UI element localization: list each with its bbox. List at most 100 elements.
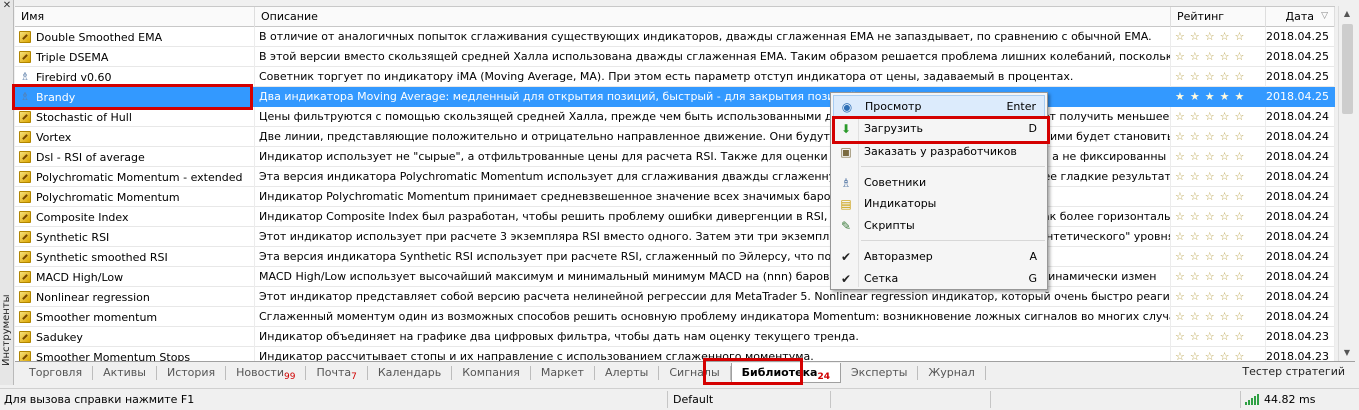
menu-item-5[interactable]: ✎ Скрипты xyxy=(833,215,1045,237)
expert-icon: ♗ xyxy=(20,90,30,103)
tab-list: Торговля Активы История Новости99 Почта7 Кале… xyxy=(15,362,986,383)
tab-count-badge: 99 xyxy=(283,371,296,382)
row-description: Советник торгует по индикатору iMA (Movi… xyxy=(255,67,1171,87)
menu-item-2[interactable]: ▣ Заказать у разработчиков xyxy=(833,141,1045,163)
column-header-name[interactable]: Имя xyxy=(15,7,255,27)
table-row[interactable]: Smoother momentum Сглаженный моментум оди… xyxy=(15,307,1335,327)
tab-label: История xyxy=(166,365,216,379)
table-row[interactable]: Synthetic smoothed RSI Эта версия индикат… xyxy=(15,247,1335,267)
table-row[interactable]: Nonlinear regression Этот индикатор предс… xyxy=(15,287,1335,307)
menu-item-0[interactable]: ◉ Просмотр Enter xyxy=(833,95,1045,117)
tab-0[interactable]: Торговля xyxy=(19,365,94,380)
rating-stars-icon: ☆☆☆☆☆ xyxy=(1175,230,1250,243)
indicator-icon xyxy=(19,211,31,223)
tab-label: Эксперты xyxy=(851,365,908,379)
status-profile: Default xyxy=(673,393,714,406)
expert-icon: ♗ xyxy=(20,70,30,83)
rating-stars-icon: ☆☆☆☆☆ xyxy=(1175,110,1250,123)
tab-9[interactable]: Сигналы xyxy=(659,365,731,380)
column-header-date[interactable]: Дата ▽ xyxy=(1266,7,1335,27)
indicator-icon xyxy=(19,291,31,303)
column-header-description[interactable]: Описание xyxy=(255,7,1171,27)
row-name: Synthetic smoothed RSI xyxy=(36,250,168,264)
rating-stars-icon: ☆☆☆☆☆ xyxy=(1175,130,1250,143)
indicator-icon xyxy=(19,151,31,163)
tab-label: Журнал xyxy=(928,365,975,379)
table-row[interactable]: Double Smoothed EMA В отличие от аналогич… xyxy=(15,27,1335,47)
cell-name: Synthetic RSI xyxy=(15,227,255,247)
view-icon: ◉ xyxy=(841,100,853,114)
row-rating: ☆☆☆☆☆ xyxy=(1171,47,1266,67)
menu-item-4[interactable]: ▤ Индикаторы xyxy=(833,193,1045,215)
table-row[interactable]: Dsl - RSI of average Индикатор использует… xyxy=(15,147,1335,167)
row-rating: ☆☆☆☆☆ xyxy=(1171,267,1266,287)
status-separator xyxy=(1240,391,1241,408)
tab-10[interactable]: Библиотека24 xyxy=(730,362,841,383)
table-row[interactable]: ♗ Firebird v0.60 Советник торгует по индик… xyxy=(15,67,1335,87)
table-row[interactable]: Smoother Momentum Stops Индикатор рассчит… xyxy=(15,347,1335,361)
menu-item-3[interactable]: ♗ Советники xyxy=(833,172,1045,194)
connection-signal-icon xyxy=(1245,393,1259,405)
scroll-down-icon[interactable]: ▼ xyxy=(1339,345,1355,361)
cell-name: Vortex xyxy=(15,127,255,147)
scroll-up-icon[interactable]: ▲ xyxy=(1339,6,1355,22)
tab-1[interactable]: Активы xyxy=(93,365,157,380)
menu-separator xyxy=(861,240,1045,241)
tab-4[interactable]: Почта7 xyxy=(306,365,368,382)
tab-7[interactable]: Маркет xyxy=(531,365,595,380)
cell-name: Composite Index xyxy=(15,207,255,227)
row-name: Synthetic RSI xyxy=(36,230,110,244)
menu-item-6[interactable]: ✔ Авторазмер A xyxy=(833,246,1045,268)
tab-6[interactable]: Компания xyxy=(452,365,531,380)
table-row[interactable]: Stochastic of Hull Цены фильтруются с пом… xyxy=(15,107,1335,127)
row-rating: ☆☆☆☆☆ xyxy=(1171,27,1266,47)
tab-label: Маркет xyxy=(540,365,584,379)
table-row[interactable]: ♗ Brandy Два индикатора Moving Average: ме… xyxy=(15,87,1335,107)
tab-2[interactable]: История xyxy=(157,365,227,380)
experts-icon: ♗ xyxy=(840,176,852,190)
tab-label: Почта xyxy=(316,365,352,379)
menu-item-label: Индикаторы xyxy=(864,197,937,210)
scroll-thumb[interactable] xyxy=(1342,24,1353,114)
tab-strategy-tester[interactable]: Тестер стратегий xyxy=(1242,365,1345,378)
table-row[interactable]: Vortex Две линии, представляющие положите… xyxy=(15,127,1335,147)
menu-item-shortcut: D xyxy=(1028,122,1037,135)
tab-count-badge: 7 xyxy=(351,371,357,382)
indicator-icon xyxy=(19,331,31,343)
table-row[interactable]: Synthetic RSI Этот индикатор использует п… xyxy=(15,227,1335,247)
table-row[interactable]: Polychromatic Momentum Индикатор Polychro… xyxy=(15,187,1335,207)
row-rating: ★★★★★ xyxy=(1171,87,1266,107)
row-name: Dsl - RSI of average xyxy=(36,150,145,164)
indicator-icon xyxy=(19,191,31,203)
column-header-rating[interactable]: Рейтинг xyxy=(1171,7,1266,27)
table-row[interactable]: Polychromatic Momentum - extended Эта вер… xyxy=(15,167,1335,187)
row-rating: ☆☆☆☆☆ xyxy=(1171,227,1266,247)
menu-item-1[interactable]: ⬇ Загрузить D xyxy=(833,118,1045,140)
indicator-icon xyxy=(19,351,31,361)
tab-5[interactable]: Календарь xyxy=(368,365,453,380)
table-row[interactable]: MACD High/Low MACD High/Low использует вы… xyxy=(15,267,1335,287)
indicator-icon xyxy=(19,171,31,183)
column-header-date-label: Дата xyxy=(1285,10,1314,23)
indicator-icon xyxy=(19,131,31,143)
row-name: Stochastic of Hull xyxy=(36,110,132,124)
table-row[interactable]: Composite Index Индикатор Composite Index… xyxy=(15,207,1335,227)
vertical-scrollbar[interactable]: ▲ ▼ xyxy=(1338,6,1355,361)
table-row[interactable]: Sadukey Индикатор объединяет на графике д… xyxy=(15,327,1335,347)
rating-stars-icon: ☆☆☆☆☆ xyxy=(1175,150,1250,163)
row-rating: ☆☆☆☆☆ xyxy=(1171,167,1266,187)
row-rating: ☆☆☆☆☆ xyxy=(1171,127,1266,147)
indicator-icon xyxy=(19,311,31,323)
cell-name: Polychromatic Momentum xyxy=(15,187,255,207)
tab-11[interactable]: Эксперты xyxy=(841,365,919,380)
table-row[interactable]: Triple DSEMA В этой версии вместо скользя… xyxy=(15,47,1335,67)
row-rating: ☆☆☆☆☆ xyxy=(1171,327,1266,347)
tab-3[interactable]: Новости99 xyxy=(226,365,307,382)
close-icon[interactable]: ✕ xyxy=(2,1,12,11)
menu-item-7[interactable]: ✔ Сетка G xyxy=(833,268,1045,290)
indicators-icon: ▤ xyxy=(840,197,852,211)
row-rating: ☆☆☆☆☆ xyxy=(1171,307,1266,327)
tab-12[interactable]: Журнал xyxy=(918,365,986,380)
tab-label: Активы xyxy=(103,365,146,379)
tab-8[interactable]: Алерты xyxy=(595,365,660,380)
